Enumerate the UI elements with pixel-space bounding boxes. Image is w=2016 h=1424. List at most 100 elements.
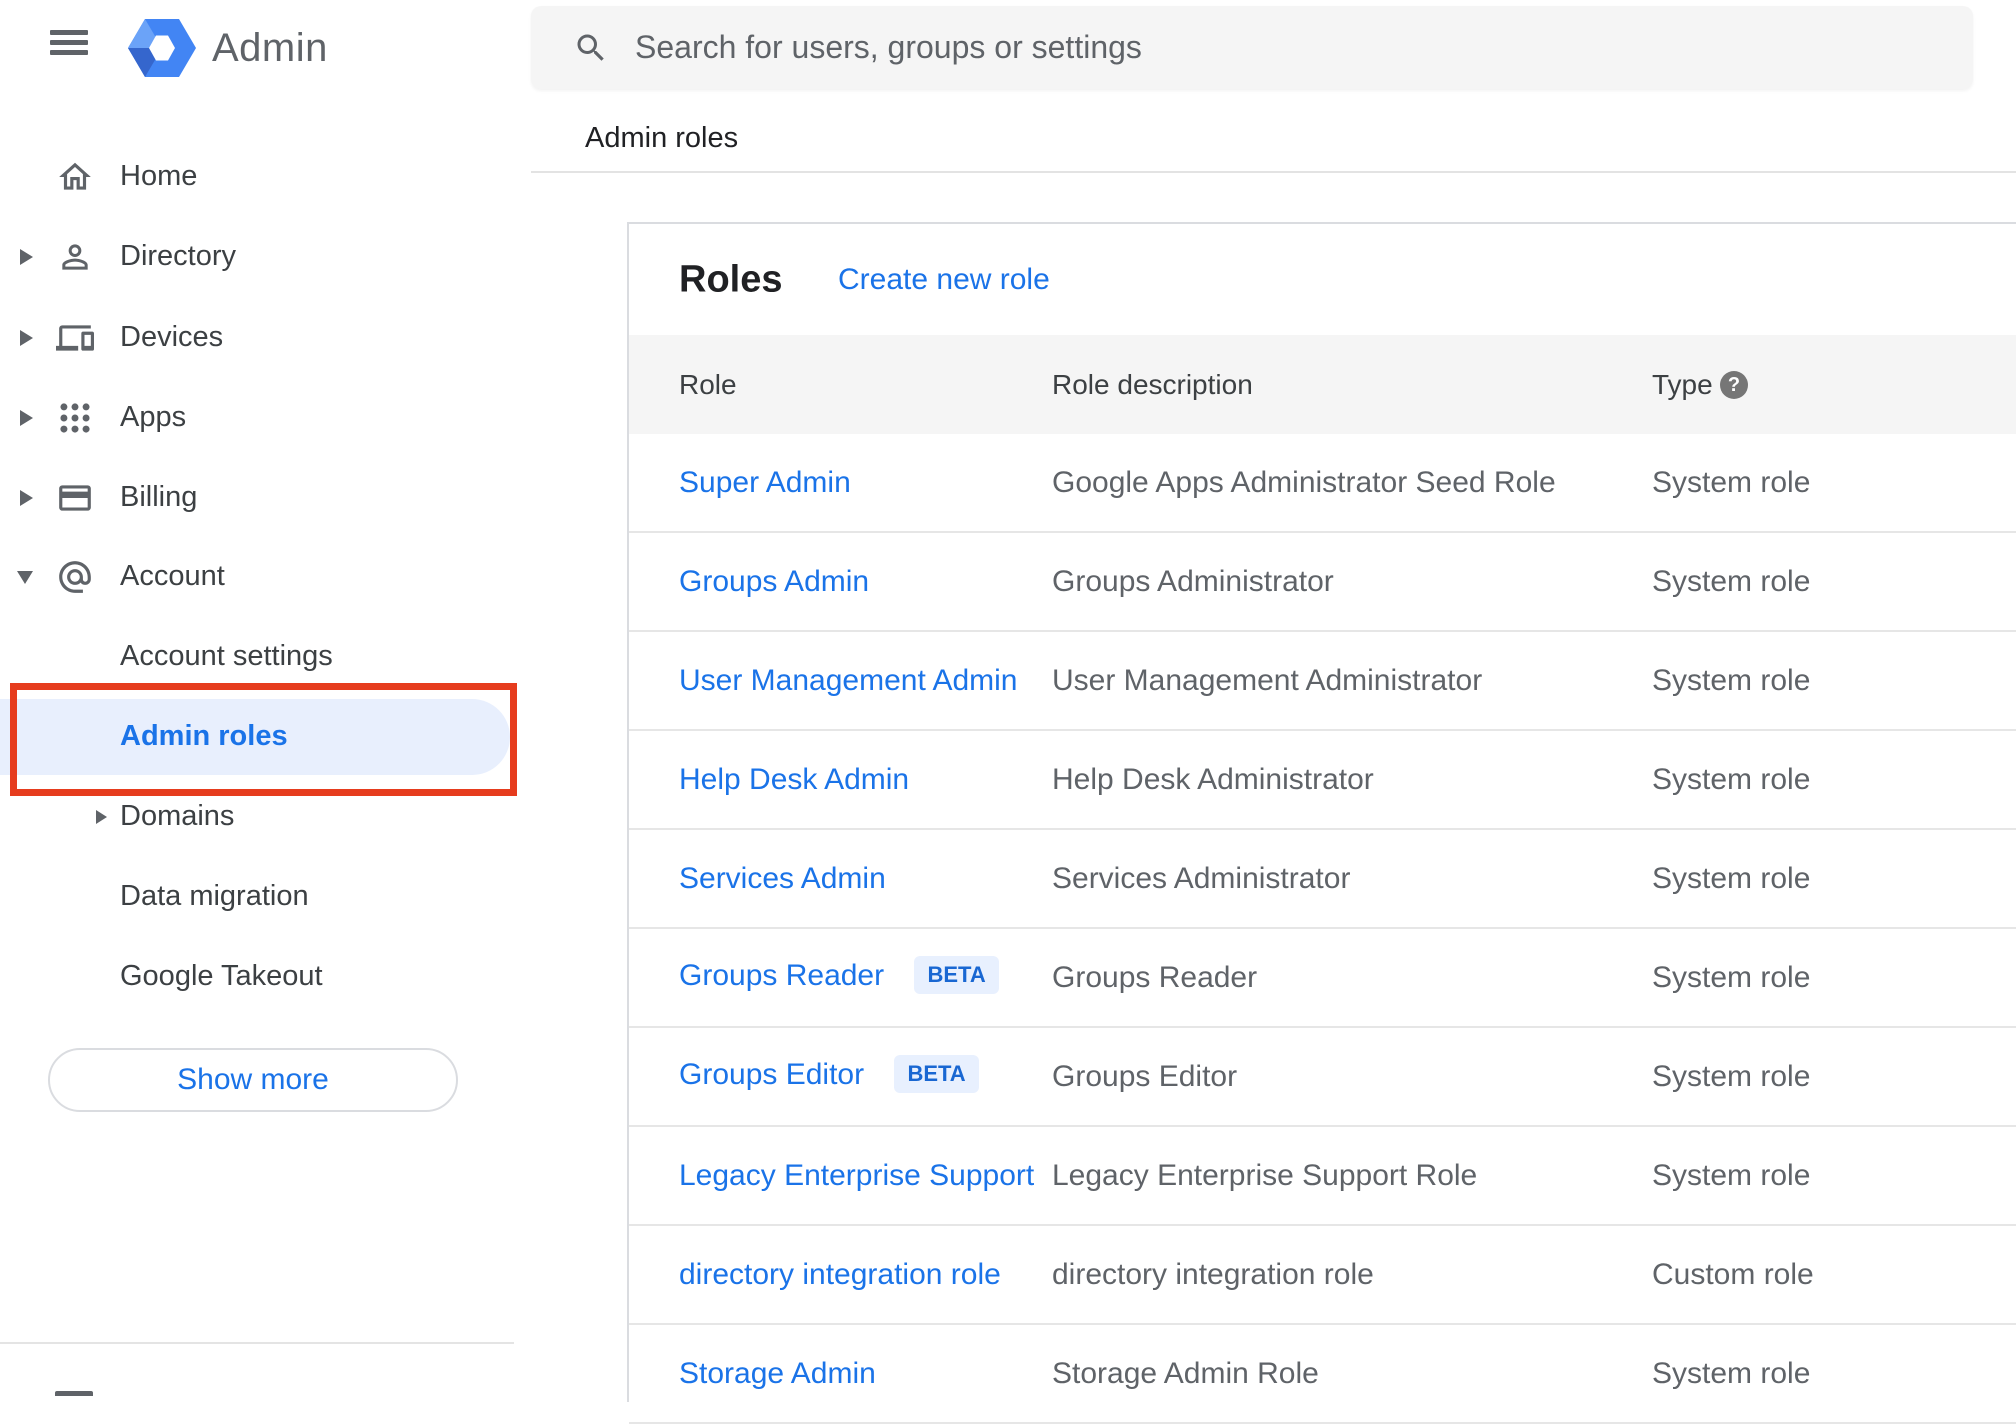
sidebar-item-apps[interactable]: Apps [0, 378, 531, 458]
create-new-role-link[interactable]: Create new role [838, 263, 1050, 297]
home-icon [56, 158, 94, 196]
sidebar-item-data-migration[interactable]: Data migration [0, 857, 531, 937]
table-row: Groups Editor BETA Groups Editor System … [629, 1028, 2016, 1127]
role-cell: Storage Admin [679, 1357, 876, 1391]
sidebar-item-label: Account settings [120, 639, 333, 672]
table-row: Help Desk Admin Help Desk Administrator … [629, 731, 2016, 830]
roles-table-body: Super Admin Google Apps Administrator Se… [629, 434, 2016, 1424]
role-cell: Groups Admin [679, 565, 869, 599]
roles-card-header: Roles Create new role [629, 224, 2016, 335]
role-link[interactable]: Groups Reader [679, 959, 884, 992]
sidebar-item-account[interactable]: Account [0, 537, 531, 617]
sidebar-item-domains[interactable]: Domains [0, 777, 531, 857]
beta-badge: BETA [894, 1054, 979, 1093]
role-type: System role [1652, 960, 1811, 994]
role-type: System role [1652, 1059, 1811, 1093]
table-row: User Management Admin User Management Ad… [629, 632, 2016, 731]
role-description: Groups Administrator [1052, 564, 1334, 598]
sidebar: Admin Home Directory Devices Apps Billin… [0, 0, 531, 1396]
table-header-row: Role Role description Type ? [629, 335, 2016, 434]
role-description: Help Desk Administrator [1052, 762, 1374, 796]
role-link[interactable]: User Management Admin [679, 664, 1018, 697]
sidebar-item-admin-roles-selected[interactable]: Admin roles [0, 699, 510, 775]
chevron-right-icon[interactable] [20, 330, 33, 346]
search-icon [573, 30, 609, 66]
table-row: Storage Admin Storage Admin Role System … [629, 1325, 2016, 1424]
admin-hexagon-icon [128, 19, 196, 77]
chevron-right-icon[interactable] [20, 249, 33, 265]
sidebar-item-home[interactable]: Home [0, 137, 531, 217]
search-input[interactable] [635, 29, 1973, 66]
role-type: System role [1652, 1158, 1811, 1192]
sidebar-item-label: Devices [120, 320, 224, 353]
role-cell: Super Admin [679, 466, 851, 500]
chevron-right-icon[interactable] [20, 490, 33, 506]
sidebar-item-billing[interactable]: Billing [0, 458, 531, 538]
sidebar-item-label: Admin roles [120, 719, 288, 752]
at-sign-icon [56, 558, 94, 596]
role-type: System role [1652, 663, 1811, 697]
table-row: Groups Reader BETA Groups Reader System … [629, 929, 2016, 1028]
sidebar-item-account-settings[interactable]: Account settings [0, 617, 531, 697]
role-link[interactable]: Super Admin [679, 466, 851, 499]
sidebar-item-google-takeout[interactable]: Google Takeout [0, 937, 531, 1017]
sidebar-item-label: Billing [120, 480, 198, 513]
role-type: System role [1652, 762, 1811, 796]
partial-bottom-icon [55, 1391, 93, 1396]
sidebar-item-label: Domains [120, 799, 235, 832]
chevron-right-icon[interactable] [20, 410, 33, 426]
table-row: Legacy Enterprise Support Legacy Enterpr… [629, 1127, 2016, 1226]
role-link[interactable]: directory integration role [679, 1258, 1001, 1291]
role-cell: Legacy Enterprise Support [679, 1159, 1034, 1193]
sidebar-item-label: Data migration [120, 879, 309, 912]
role-description: Groups Editor [1052, 1059, 1238, 1093]
table-row: Groups Admin Groups Administrator System… [629, 533, 2016, 632]
role-cell: Groups Editor BETA [679, 1054, 979, 1096]
role-cell: Services Admin [679, 862, 886, 896]
role-link[interactable]: Storage Admin [679, 1357, 876, 1390]
table-row: Super Admin Google Apps Administrator Se… [629, 434, 2016, 533]
breadcrumb: Admin roles [585, 122, 739, 154]
sidebar-item-directory[interactable]: Directory [0, 217, 531, 297]
sidebar-item-label: Directory [120, 239, 237, 272]
show-more-button[interactable]: Show more [48, 1048, 458, 1112]
search-bar[interactable] [531, 6, 1973, 89]
role-cell: directory integration role [679, 1258, 1001, 1292]
role-link[interactable]: Help Desk Admin [679, 763, 909, 796]
role-description: Services Administrator [1052, 861, 1351, 895]
role-cell: Help Desk Admin [679, 763, 909, 797]
table-row: Services Admin Services Administrator Sy… [629, 830, 2016, 929]
devices-icon [56, 319, 94, 357]
roles-card: Roles Create new role Role Role descript… [627, 222, 2016, 1424]
column-header-role: Role [679, 368, 737, 400]
column-header-description: Role description [1052, 368, 1253, 400]
panel-title: Roles [679, 258, 783, 300]
help-icon[interactable]: ? [1720, 370, 1748, 399]
role-description: User Management Administrator [1052, 663, 1483, 697]
column-header-type: Type [1652, 368, 1713, 400]
role-cell: User Management Admin [679, 664, 1018, 698]
role-link[interactable]: Groups Admin [679, 565, 869, 598]
role-link[interactable]: Legacy Enterprise Support [679, 1159, 1034, 1192]
sidebar-item-devices[interactable]: Devices [0, 298, 531, 378]
app-title: Admin [212, 25, 328, 70]
role-type: Custom role [1652, 1257, 1814, 1291]
beta-badge: BETA [914, 955, 999, 994]
chevron-down-icon[interactable] [17, 571, 33, 584]
role-cell: Groups Reader BETA [679, 955, 999, 997]
role-type: System role [1652, 1356, 1811, 1390]
role-description: directory integration role [1052, 1257, 1374, 1291]
header-divider [531, 171, 2016, 173]
sidebar-item-label: Apps [120, 400, 187, 433]
chevron-right-icon[interactable] [96, 810, 107, 824]
sidebar-item-label: Home [120, 159, 198, 192]
apps-grid-icon [56, 399, 94, 437]
sidebar-item-label: Google Takeout [120, 959, 323, 992]
sidebar-divider [0, 1342, 514, 1344]
role-description: Storage Admin Role [1052, 1356, 1319, 1390]
sidebar-item-label: Account [120, 559, 225, 592]
menu-icon[interactable] [50, 30, 88, 60]
role-description: Groups Reader [1052, 960, 1258, 994]
role-link[interactable]: Groups Editor [679, 1058, 864, 1091]
role-link[interactable]: Services Admin [679, 862, 886, 895]
